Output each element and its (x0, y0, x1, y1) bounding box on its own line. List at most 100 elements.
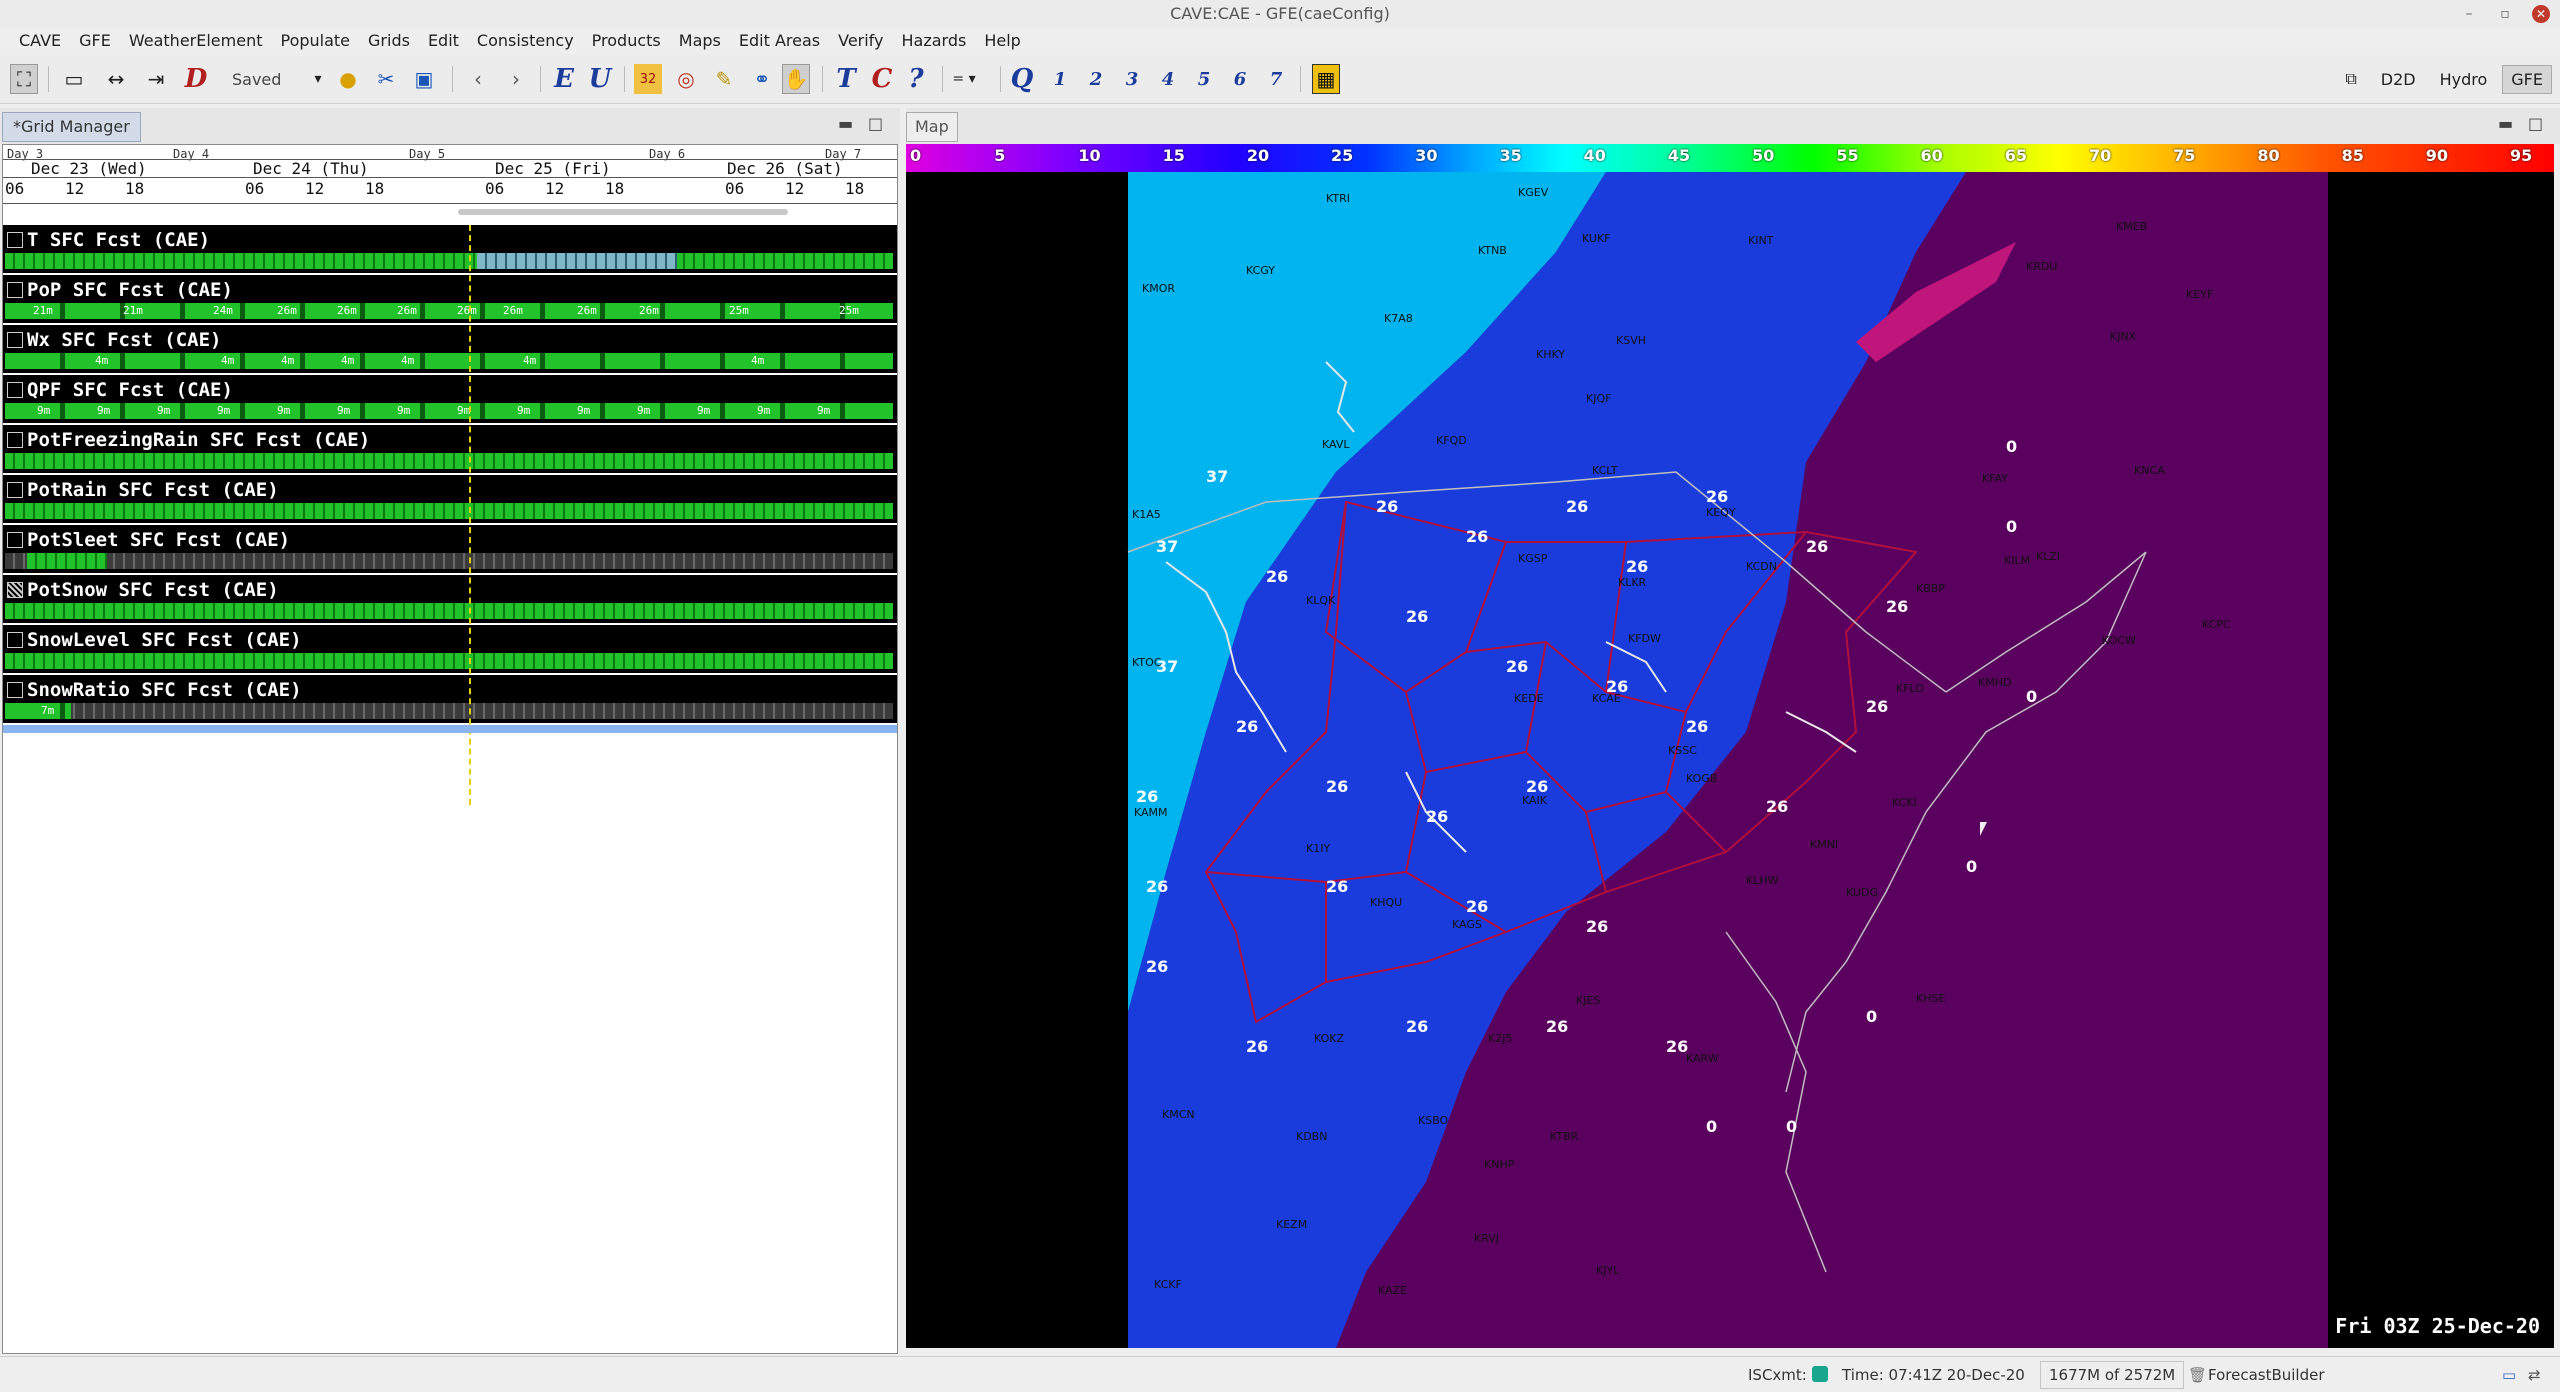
topography-icon[interactable]: ▭ (60, 64, 88, 94)
grid-row-pop[interactable]: PoP SFC Fcst (CAE) 21m 21m 24m 26m 26m 2… (3, 275, 897, 325)
perspective-gfe[interactable]: GFE (2502, 64, 2552, 94)
num-1-button[interactable]: 1 (1046, 64, 1074, 94)
grid-row-potsleet[interactable]: PotSleet SFC Fcst (CAE) (3, 525, 897, 575)
app-label[interactable]: ForecastBuilder (2208, 1366, 2325, 1384)
previous-icon[interactable]: ‹ (464, 64, 492, 94)
equals-dropdown-icon[interactable]: = ▾ (950, 64, 978, 94)
row-checkbox[interactable] (7, 282, 23, 298)
next-icon[interactable]: › (502, 64, 530, 94)
grid-bar[interactable] (5, 603, 893, 619)
monitor-icon[interactable]: ▭ (2502, 1366, 2516, 1384)
pan-hand-icon[interactable]: ✋ (782, 64, 810, 94)
isc-status-icon[interactable] (1812, 1366, 1828, 1382)
grid-row-t[interactable]: T SFC Fcst (CAE) (3, 225, 897, 275)
maximize-map-icon[interactable]: □ (2528, 114, 2543, 133)
value-label: 26 (1246, 1037, 1268, 1056)
row-checkbox[interactable] (7, 482, 23, 498)
menu-cave[interactable]: CAVE (10, 31, 70, 50)
binoculars-icon[interactable]: ⚭ (748, 64, 776, 94)
delta-icon[interactable]: 32 (634, 64, 662, 94)
maximize-icon[interactable]: ▫ (2496, 5, 2514, 23)
scissors-icon[interactable]: ✂ (372, 64, 400, 94)
memory-label[interactable]: 1677M of 2572M (2040, 1361, 2185, 1389)
menu-weatherelement[interactable]: WeatherElement (120, 31, 272, 50)
menu-populate[interactable]: Populate (271, 31, 359, 50)
menu-products[interactable]: Products (583, 31, 670, 50)
num-5-button[interactable]: 5 (1190, 64, 1218, 94)
row-checkbox[interactable] (7, 632, 23, 648)
time-scale[interactable]: Day 3 Day 4 Day 5 Day 6 Day 7 Dec 23 (We… (3, 145, 897, 215)
close-icon[interactable]: ✕ (2532, 5, 2550, 23)
minimize-icon[interactable]: – (2460, 5, 2478, 23)
grid-row-qpf[interactable]: QPF SFC Fcst (CAE) 9m 9m 9m 9m 9m 9m 9m … (3, 375, 897, 425)
help-query-button[interactable]: ? (902, 64, 930, 94)
target-icon[interactable]: ◎ (672, 64, 700, 94)
row-checkbox[interactable] (7, 682, 23, 698)
row-checkbox[interactable] (7, 382, 23, 398)
num-3-button[interactable]: 3 (1118, 64, 1146, 94)
grid-bar[interactable] (5, 653, 893, 669)
row-checkbox[interactable] (7, 432, 23, 448)
grid-row-snowratio[interactable]: SnowRatio SFC Fcst (CAE) 7m (3, 675, 897, 725)
menu-help[interactable]: Help (975, 31, 1029, 50)
d-tool-button[interactable]: D (182, 64, 210, 94)
time-contract-icon[interactable]: ⇥ (142, 64, 170, 94)
menu-consistency[interactable]: Consistency (468, 31, 583, 50)
grid-bar-active[interactable] (27, 553, 107, 569)
text-c-button[interactable]: C (868, 64, 896, 94)
num-4-button[interactable]: 4 (1154, 64, 1182, 94)
row-checkbox[interactable] (7, 582, 23, 598)
network-icon[interactable]: ⇄ (2528, 1366, 2541, 1384)
num-2-button[interactable]: 2 (1082, 64, 1110, 94)
maximize-panel-icon[interactable]: □ (868, 114, 883, 133)
grid-bar-active[interactable] (5, 703, 71, 719)
num-7-button[interactable]: 7 (1262, 64, 1290, 94)
grid-row-potfreezingrain[interactable]: PotFreezingRain SFC Fcst (CAE) (3, 425, 897, 475)
edit-e-button[interactable]: E (550, 64, 578, 94)
q-button[interactable]: Q (1008, 64, 1036, 94)
station-label: KLZI (2036, 550, 2060, 563)
map-canvas[interactable]: 37 37 37 26 26 26 26 26 26 26 26 26 26 2… (906, 172, 2554, 1348)
row-checkbox[interactable] (7, 332, 23, 348)
perspective-d2d[interactable]: D2D (2372, 65, 2425, 94)
menu-maps[interactable]: Maps (670, 31, 730, 50)
sun-icon[interactable]: ● (334, 64, 362, 94)
menu-verify[interactable]: Verify (829, 31, 892, 50)
emergency-icon[interactable]: ▦ (1312, 64, 1340, 94)
grid-bar[interactable] (5, 253, 893, 269)
grid-manager-tab[interactable]: *Grid Manager (2, 112, 141, 142)
edit-u-button[interactable]: U (586, 64, 614, 94)
time-scrollbar[interactable] (458, 209, 788, 215)
num-6-button[interactable]: 6 (1226, 64, 1254, 94)
row-checkbox[interactable] (7, 532, 23, 548)
grid-bar-selected[interactable] (477, 253, 677, 269)
grid-bar[interactable] (5, 553, 893, 569)
station-label: KSSC (1668, 744, 1697, 757)
grid-row-potsnow[interactable]: PotSnow SFC Fcst (CAE) (3, 575, 897, 625)
menu-grids[interactable]: Grids (359, 31, 419, 50)
minimize-map-icon[interactable]: ▬ (2498, 114, 2513, 133)
time-expand-icon[interactable]: ↔ (102, 64, 130, 94)
dropdown-arrow-icon[interactable]: ▾ (304, 64, 332, 94)
grid-row-potrain[interactable]: PotRain SFC Fcst (CAE) (3, 475, 897, 525)
map-tab[interactable]: Map (906, 112, 958, 142)
grid-row-snowlevel[interactable]: SnowLevel SFC Fcst (CAE) (3, 625, 897, 675)
menu-edit[interactable]: Edit (419, 31, 468, 50)
pencil-icon[interactable]: ✎ (710, 64, 738, 94)
grid-row-wx[interactable]: Wx SFC Fcst (CAE) 4m 4m 4m 4m 4m 4m 4m (3, 325, 897, 375)
row-checkbox[interactable] (7, 232, 23, 248)
select-tool-icon[interactable]: ⛶ (10, 64, 38, 94)
menu-hazards[interactable]: Hazards (893, 31, 976, 50)
trash-icon[interactable]: 🗑 (2188, 1366, 2207, 1384)
menu-gfe[interactable]: GFE (70, 31, 120, 50)
grid-bar[interactable] (5, 703, 893, 719)
perspective-hydro[interactable]: Hydro (2431, 65, 2497, 94)
grid-bar[interactable] (5, 453, 893, 469)
grid-bar[interactable] (5, 503, 893, 519)
minimize-panel-icon[interactable]: ▬ (838, 114, 853, 133)
menu-edit-areas[interactable]: Edit Areas (730, 31, 829, 50)
open-perspective-icon[interactable]: ⧉ (2336, 64, 2365, 94)
color-bar[interactable]: 0 5 10 15 20 25 30 35 40 45 50 55 60 65 70 75 80 85 90 95 (906, 144, 2554, 172)
save-icon[interactable]: ▣ (410, 64, 438, 94)
text-t-button[interactable]: T (832, 64, 860, 94)
